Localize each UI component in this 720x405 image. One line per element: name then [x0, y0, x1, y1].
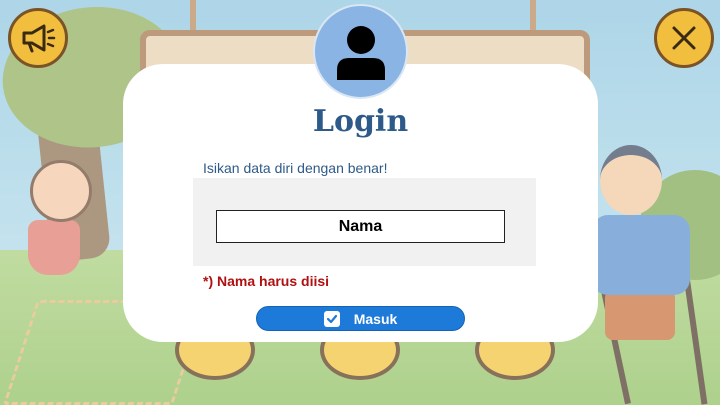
close-icon: [672, 26, 696, 50]
checkbox-checked-icon: [323, 310, 340, 327]
name-input[interactable]: [216, 210, 505, 243]
avatar: [313, 4, 408, 99]
submit-label: Masuk: [353, 310, 398, 327]
instruction-text: Isikan data diri dengan benar!: [203, 160, 388, 176]
submit-button[interactable]: Masuk: [256, 306, 465, 331]
user-icon: [336, 25, 385, 80]
megaphone-icon: [22, 24, 56, 53]
sound-button[interactable]: [8, 8, 68, 68]
close-button[interactable]: [654, 8, 714, 68]
login-title: Login: [312, 104, 409, 139]
validation-error: *) Nama harus diisi: [203, 273, 330, 289]
